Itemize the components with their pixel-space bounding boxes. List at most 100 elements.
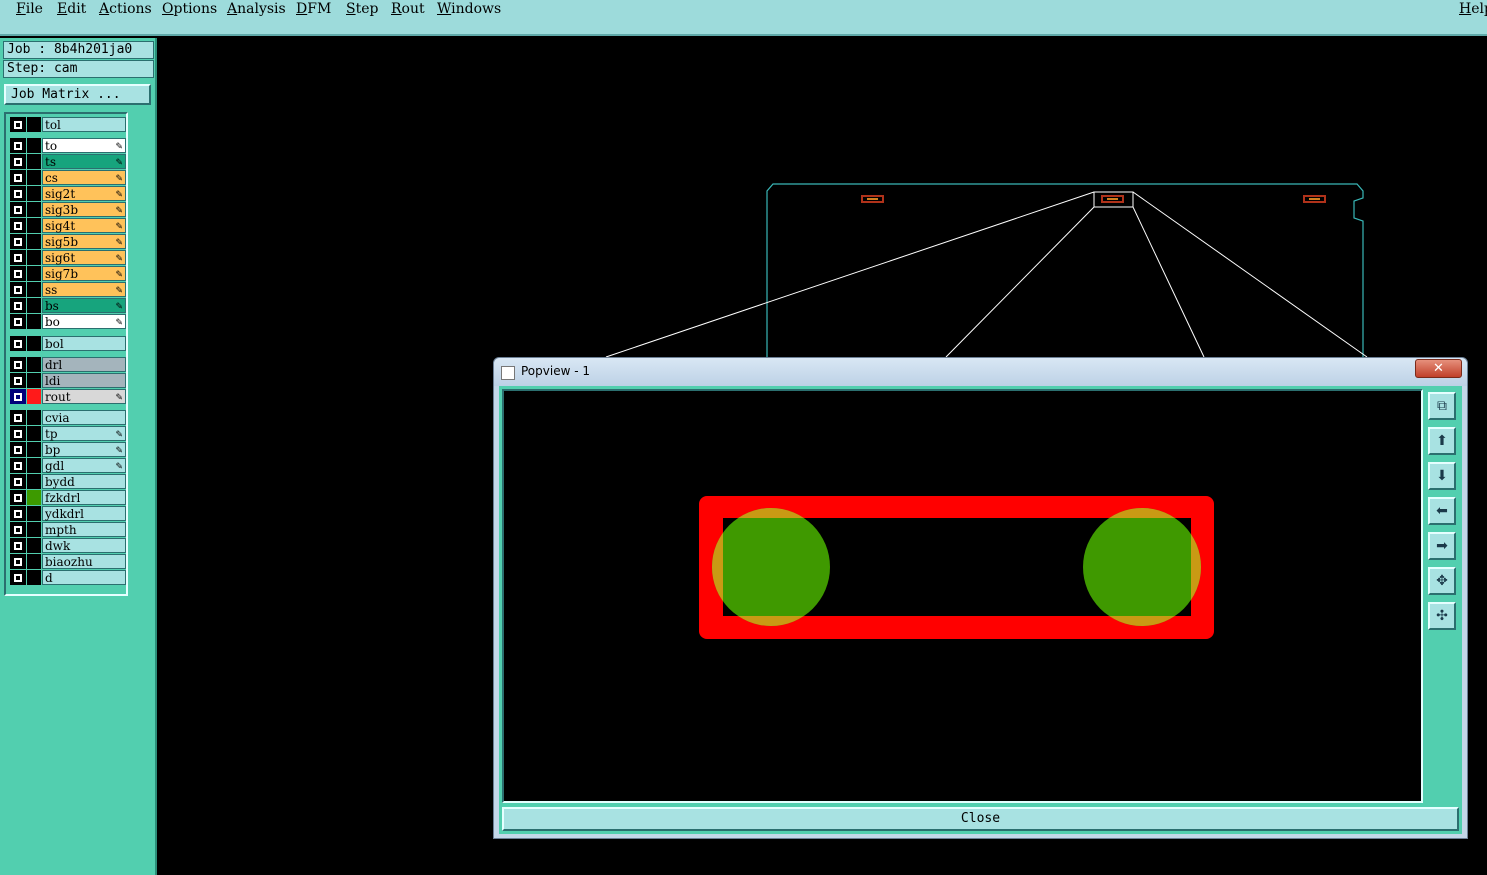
layer-checkbox[interactable] (10, 538, 26, 553)
layer-name[interactable]: ss ✎ (42, 282, 126, 297)
layer-row-dwk[interactable]: dwk (8, 538, 126, 553)
layer-row-sig4t[interactable]: sig4t ✎ (8, 218, 126, 233)
layer-checkbox[interactable] (10, 154, 26, 169)
layer-row-ydkdrl[interactable]: ydkdrl (8, 506, 126, 521)
menu-edit[interactable]: Edit (57, 1, 86, 17)
layer-row-sig2t[interactable]: sig2t ✎ (8, 186, 126, 201)
layer-color-swatch[interactable] (27, 298, 41, 313)
layer-row-fzkdrl[interactable]: fzkdrl (8, 490, 126, 505)
layer-checkbox[interactable] (10, 506, 26, 521)
layer-color-swatch[interactable] (27, 554, 41, 569)
zoom-in-button[interactable]: ✥ (1428, 567, 1456, 595)
menu-dfm[interactable]: DFM (296, 1, 331, 17)
layer-checkbox[interactable] (10, 410, 26, 425)
layer-color-swatch[interactable] (27, 282, 41, 297)
layer-row-sig5b[interactable]: sig5b ✎ (8, 234, 126, 249)
layer-row-bol[interactable]: bol (8, 336, 126, 351)
menu-windows[interactable]: Windows (437, 1, 501, 17)
layer-row-gdl[interactable]: gdl ✎ (8, 458, 126, 473)
layer-color-swatch[interactable] (27, 442, 41, 457)
layer-name[interactable]: fzkdrl (42, 490, 126, 505)
popview-titlebar[interactable]: Popview - 1 ✕ (494, 358, 1467, 386)
zoom-window-button[interactable]: ⧉ (1428, 392, 1456, 420)
layer-name[interactable]: cvia (42, 410, 126, 425)
layer-checkbox[interactable] (10, 234, 26, 249)
layer-row-bo[interactable]: bo ✎ (8, 314, 126, 329)
layer-checkbox[interactable] (10, 373, 26, 388)
layer-row-bydd[interactable]: bydd (8, 474, 126, 489)
layer-checkbox[interactable] (10, 186, 26, 201)
layer-row-sig3b[interactable]: sig3b ✎ (8, 202, 126, 217)
layer-row-drl[interactable]: drl (8, 357, 126, 372)
layer-checkbox[interactable] (10, 442, 26, 457)
menu-rout[interactable]: Rout (391, 1, 425, 17)
layer-checkbox[interactable] (10, 170, 26, 185)
layer-name[interactable]: ldi (42, 373, 126, 388)
layer-name[interactable]: rout ✎ (42, 389, 126, 404)
popview-viewport[interactable] (502, 389, 1423, 803)
layer-color-swatch[interactable] (27, 218, 41, 233)
job-matrix-button[interactable]: Job Matrix ... (4, 84, 151, 105)
layer-row-sig6t[interactable]: sig6t ✎ (8, 250, 126, 265)
layer-row-mpth[interactable]: mpth (8, 522, 126, 537)
layer-color-swatch[interactable] (27, 170, 41, 185)
layer-color-swatch[interactable] (27, 266, 41, 281)
layer-color-swatch[interactable] (27, 250, 41, 265)
layer-name[interactable]: bs ✎ (42, 298, 126, 313)
layer-row-to[interactable]: to ✎ (8, 138, 126, 153)
layer-color-swatch[interactable] (27, 373, 41, 388)
layer-name[interactable]: sig7b ✎ (42, 266, 126, 281)
layer-checkbox[interactable] (10, 522, 26, 537)
layer-color-swatch[interactable] (27, 474, 41, 489)
layer-name[interactable]: bol (42, 336, 126, 351)
layer-name[interactable]: sig6t ✎ (42, 250, 126, 265)
layer-name[interactable]: d (42, 570, 126, 585)
close-button[interactable]: Close (502, 807, 1459, 831)
layer-row-cvia[interactable]: cvia (8, 410, 126, 425)
layer-row-bs[interactable]: bs ✎ (8, 298, 126, 313)
window-close-button[interactable]: ✕ (1415, 359, 1462, 378)
layer-row-tp[interactable]: tp ✎ (8, 426, 126, 441)
layer-name[interactable]: sig4t ✎ (42, 218, 126, 233)
layer-color-swatch[interactable] (27, 117, 41, 132)
layer-name[interactable]: bp ✎ (42, 442, 126, 457)
layer-color-swatch[interactable] (27, 154, 41, 169)
layer-color-swatch[interactable] (27, 506, 41, 521)
layer-row-sig7b[interactable]: sig7b ✎ (8, 266, 126, 281)
pan-right-button[interactable]: ➡ (1428, 532, 1456, 560)
layer-color-swatch[interactable] (27, 186, 41, 201)
layer-checkbox[interactable] (10, 202, 26, 217)
layer-color-swatch[interactable] (27, 336, 41, 351)
menu-help[interactable]: Help (1459, 1, 1487, 17)
zoom-out-button[interactable]: ✣ (1428, 602, 1456, 630)
layer-row-d[interactable]: d (8, 570, 126, 585)
layer-checkbox[interactable] (10, 138, 26, 153)
layer-checkbox[interactable] (10, 426, 26, 441)
layer-color-swatch[interactable] (27, 426, 41, 441)
layer-name[interactable]: tol (42, 117, 126, 132)
layer-row-ldi[interactable]: ldi (8, 373, 126, 388)
layer-name[interactable]: cs ✎ (42, 170, 126, 185)
layer-row-rout[interactable]: rout ✎ (8, 389, 126, 404)
menu-options[interactable]: Options (162, 1, 217, 17)
layer-name[interactable]: bydd (42, 474, 126, 489)
layer-color-swatch[interactable] (27, 538, 41, 553)
layer-color-swatch[interactable] (27, 490, 41, 505)
pan-down-button[interactable]: ⬇ (1428, 462, 1456, 490)
layer-color-swatch[interactable] (27, 357, 41, 372)
layer-checkbox[interactable] (10, 298, 26, 313)
layer-name[interactable]: bo ✎ (42, 314, 126, 329)
layer-color-swatch[interactable] (27, 458, 41, 473)
layer-row-bp[interactable]: bp ✎ (8, 442, 126, 457)
layer-color-swatch[interactable] (27, 410, 41, 425)
layer-checkbox[interactable] (10, 282, 26, 297)
layer-checkbox[interactable] (10, 357, 26, 372)
layer-row-ss[interactable]: ss ✎ (8, 282, 126, 297)
layer-checkbox[interactable] (10, 570, 26, 585)
layer-checkbox[interactable] (10, 474, 26, 489)
layer-name[interactable]: dwk (42, 538, 126, 553)
layer-checkbox[interactable] (10, 250, 26, 265)
layer-color-swatch[interactable] (27, 202, 41, 217)
layer-checkbox[interactable] (10, 117, 26, 132)
layer-checkbox[interactable] (10, 458, 26, 473)
